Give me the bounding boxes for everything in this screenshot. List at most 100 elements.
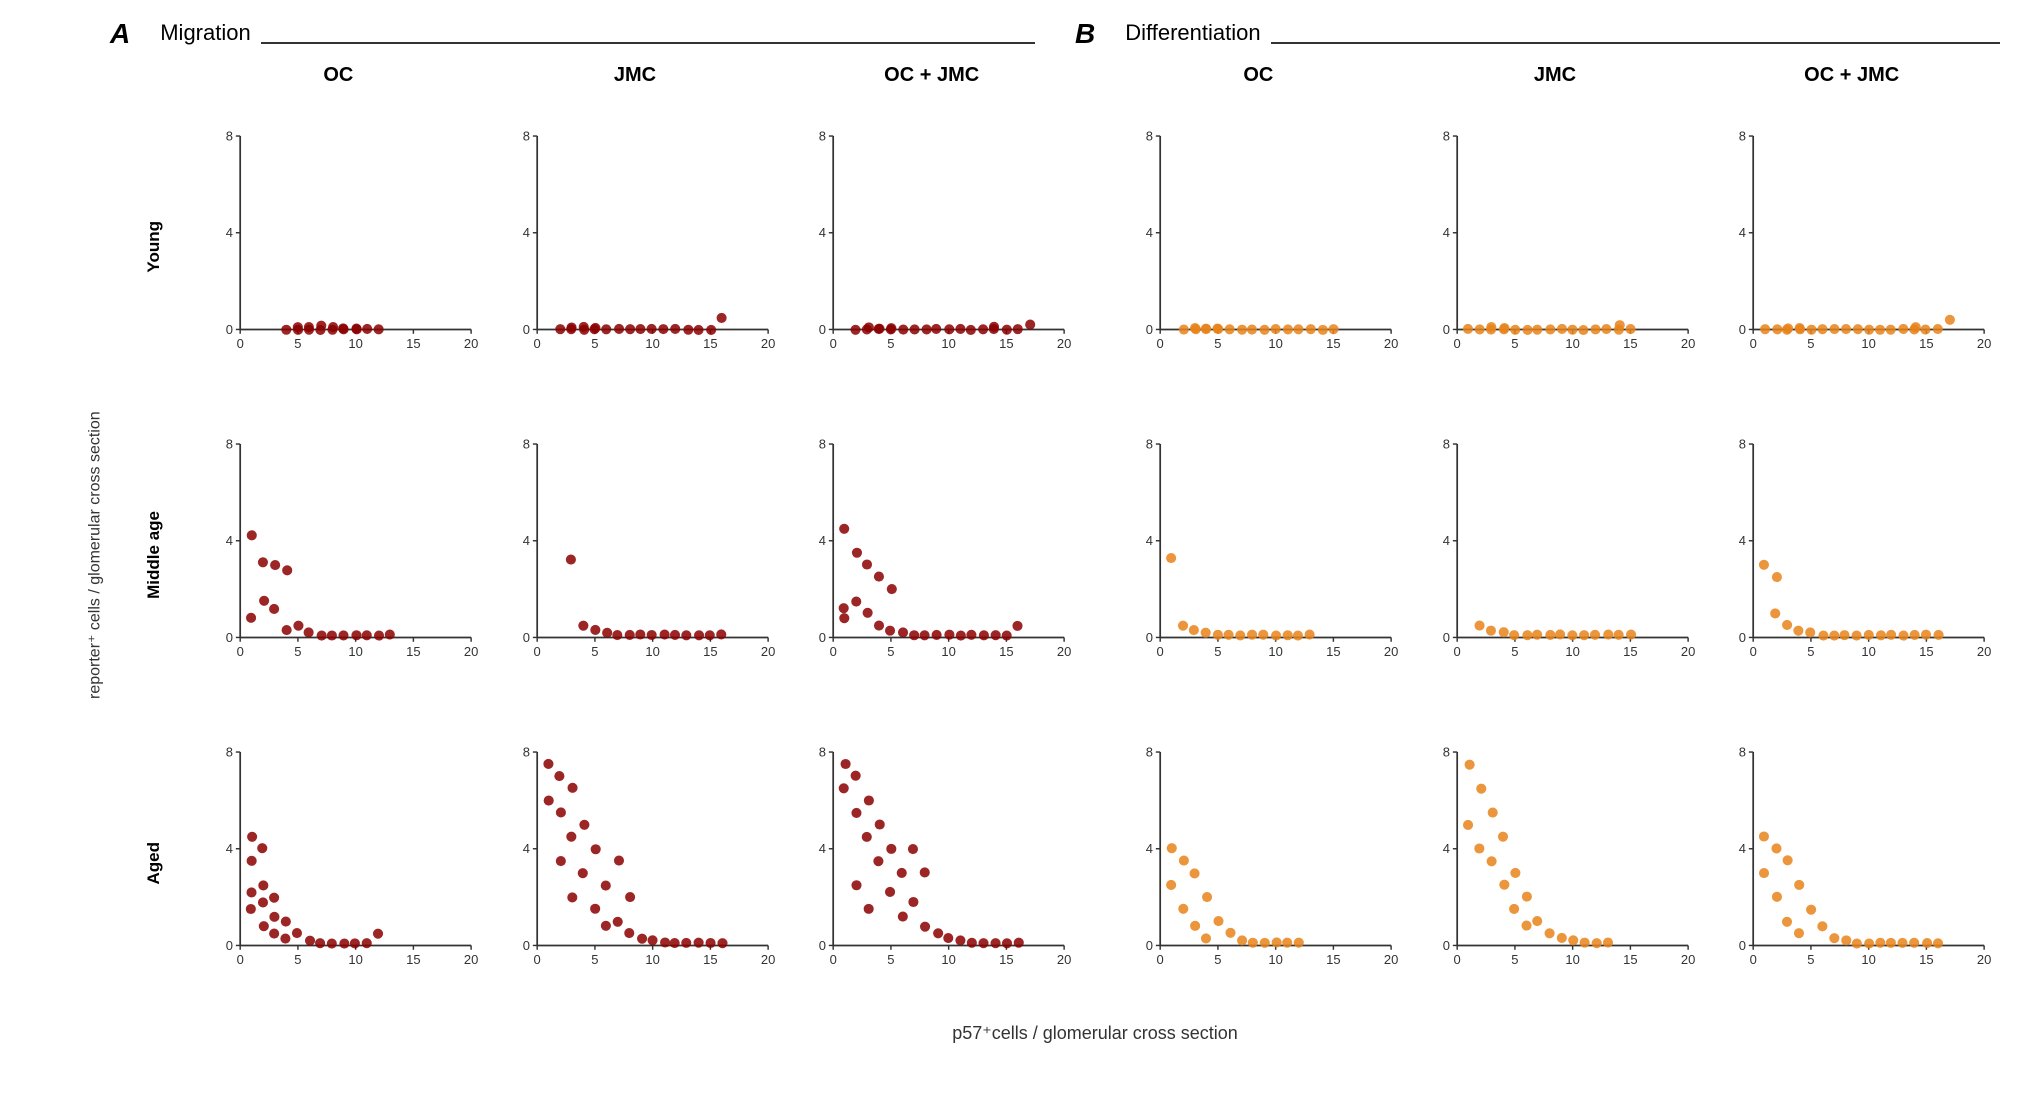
section-headers: A Migration B Differentiation — [110, 20, 2000, 48]
svg-text:15: 15 — [1920, 644, 1934, 659]
svg-text:10: 10 — [942, 336, 956, 351]
svg-text:15: 15 — [1000, 336, 1014, 351]
chart-mig-aged-jmc: 04805101520 — [487, 734, 784, 992]
svg-text:8: 8 — [522, 436, 529, 451]
svg-text:10: 10 — [1565, 644, 1579, 659]
svg-text:8: 8 — [1146, 744, 1153, 759]
migration-middle-charts: 04805101520 04805101520 04805101520 — [190, 426, 1080, 684]
svg-text:8: 8 — [522, 128, 529, 143]
svg-text:5: 5 — [591, 644, 598, 659]
svg-text:10: 10 — [1862, 644, 1876, 659]
svg-text:5: 5 — [1214, 952, 1221, 967]
svg-text:20: 20 — [1681, 336, 1695, 351]
svg-text:20: 20 — [1977, 644, 1991, 659]
svg-text:20: 20 — [761, 336, 775, 351]
svg-text:4: 4 — [1442, 533, 1449, 548]
svg-text:10: 10 — [942, 644, 956, 659]
svg-text:8: 8 — [1442, 128, 1449, 143]
svg-text:0: 0 — [1750, 644, 1757, 659]
row-middle-charts: 04805101520 04805101520 04805101520 0480… — [190, 426, 2000, 684]
svg-text:8: 8 — [819, 436, 826, 451]
svg-text:15: 15 — [703, 952, 717, 967]
svg-text:4: 4 — [1442, 841, 1449, 856]
svg-text:10: 10 — [348, 952, 362, 967]
svg-text:8: 8 — [1739, 744, 1746, 759]
col-header-5: OC + JMC — [1703, 58, 2000, 93]
svg-text:0: 0 — [533, 952, 540, 967]
chart-svg-diff-aged-jmc: 04805101520 — [1411, 738, 1700, 988]
section-b-line — [1271, 42, 2000, 44]
svg-text:0: 0 — [1739, 938, 1746, 953]
svg-text:4: 4 — [522, 225, 529, 240]
svg-text:8: 8 — [522, 744, 529, 759]
y-axis-label: reporter⁺ cells / glomerular cross secti… — [80, 93, 110, 1017]
svg-text:10: 10 — [942, 952, 956, 967]
svg-text:4: 4 — [522, 841, 529, 856]
svg-text:0: 0 — [1750, 952, 1757, 967]
svg-text:15: 15 — [406, 952, 420, 967]
chart-mig-aged-ocjmc: 04805101520 — [783, 734, 1080, 992]
chart-mig-young-ocjmc: 04805101520 — [783, 118, 1080, 376]
section-a-line — [261, 42, 1035, 44]
svg-text:5: 5 — [591, 952, 598, 967]
svg-text:0: 0 — [1442, 630, 1449, 645]
svg-text:4: 4 — [819, 533, 826, 548]
svg-text:0: 0 — [237, 336, 244, 351]
svg-text:8: 8 — [1442, 744, 1449, 759]
svg-text:5: 5 — [1808, 644, 1815, 659]
svg-text:8: 8 — [226, 436, 233, 451]
svg-text:20: 20 — [1681, 952, 1695, 967]
x-axis-label: p57⁺cells / glomerular cross section — [190, 1017, 2000, 1050]
chart-mig-young-jmc: 04805101520 — [487, 118, 784, 376]
svg-text:0: 0 — [237, 952, 244, 967]
chart-svg-diff-young-ocjmc: 04805101520 — [1707, 122, 1996, 372]
svg-text:4: 4 — [1739, 225, 1746, 240]
section-a-header: A Migration — [110, 20, 1035, 48]
svg-text:15: 15 — [1000, 644, 1014, 659]
svg-text:8: 8 — [1739, 436, 1746, 451]
svg-text:4: 4 — [226, 225, 233, 240]
svg-text:0: 0 — [226, 938, 233, 953]
col-header-0: OC — [190, 58, 487, 93]
svg-text:10: 10 — [1268, 952, 1282, 967]
svg-text:15: 15 — [1920, 952, 1934, 967]
charts-container: Young 04805101520 04805101520 0480510152… — [110, 93, 2000, 1017]
chart-diff-young-ocjmc: 04805101520 — [1703, 118, 2000, 376]
section-b-label: B Differentiation — [1075, 20, 1261, 48]
chart-diff-aged-jmc: 04805101520 — [1407, 734, 1704, 992]
svg-text:4: 4 — [1146, 841, 1153, 856]
svg-text:4: 4 — [226, 841, 233, 856]
svg-text:20: 20 — [761, 644, 775, 659]
row-aged-charts: 04805101520 04805101520 04805101520 0480… — [190, 734, 2000, 992]
svg-text:5: 5 — [888, 336, 895, 351]
svg-text:10: 10 — [1565, 336, 1579, 351]
chart-mig-middle-ocjmc: 04805101520 — [783, 426, 1080, 684]
svg-text:20: 20 — [1057, 644, 1071, 659]
svg-text:15: 15 — [1623, 644, 1637, 659]
svg-text:0: 0 — [819, 322, 826, 337]
chart-mig-aged-oc: 04805101520 — [190, 734, 487, 992]
svg-text:5: 5 — [1214, 644, 1221, 659]
diff-aged-charts: 04805101520 04805101520 04805101520 — [1110, 734, 2000, 992]
chart-mig-middle-jmc: 04805101520 — [487, 426, 784, 684]
svg-text:15: 15 — [406, 644, 420, 659]
svg-text:0: 0 — [533, 336, 540, 351]
svg-text:5: 5 — [591, 336, 598, 351]
svg-text:4: 4 — [819, 841, 826, 856]
svg-text:20: 20 — [1977, 336, 1991, 351]
svg-text:20: 20 — [1384, 952, 1398, 967]
svg-text:4: 4 — [1442, 225, 1449, 240]
chart-diff-middle-ocjmc: 04805101520 — [1703, 426, 2000, 684]
svg-text:0: 0 — [1453, 952, 1460, 967]
chart-svg-diff-young-jmc: 04805101520 — [1411, 122, 1700, 372]
svg-text:15: 15 — [703, 336, 717, 351]
migration-young-charts: 04805101520 04805101520 04805101520 — [190, 118, 1080, 376]
svg-text:4: 4 — [1739, 533, 1746, 548]
svg-text:10: 10 — [1268, 644, 1282, 659]
svg-text:15: 15 — [1326, 336, 1340, 351]
chart-mig-young-oc: 04805101520 — [190, 118, 487, 376]
chart-diff-aged-oc: 04805101520 — [1110, 734, 1407, 992]
chart-svg-mig-young-jmc: 04805101520 — [491, 122, 780, 372]
svg-text:8: 8 — [1442, 436, 1449, 451]
chart-svg-mig-middle-jmc: 04805101520 — [491, 430, 780, 680]
